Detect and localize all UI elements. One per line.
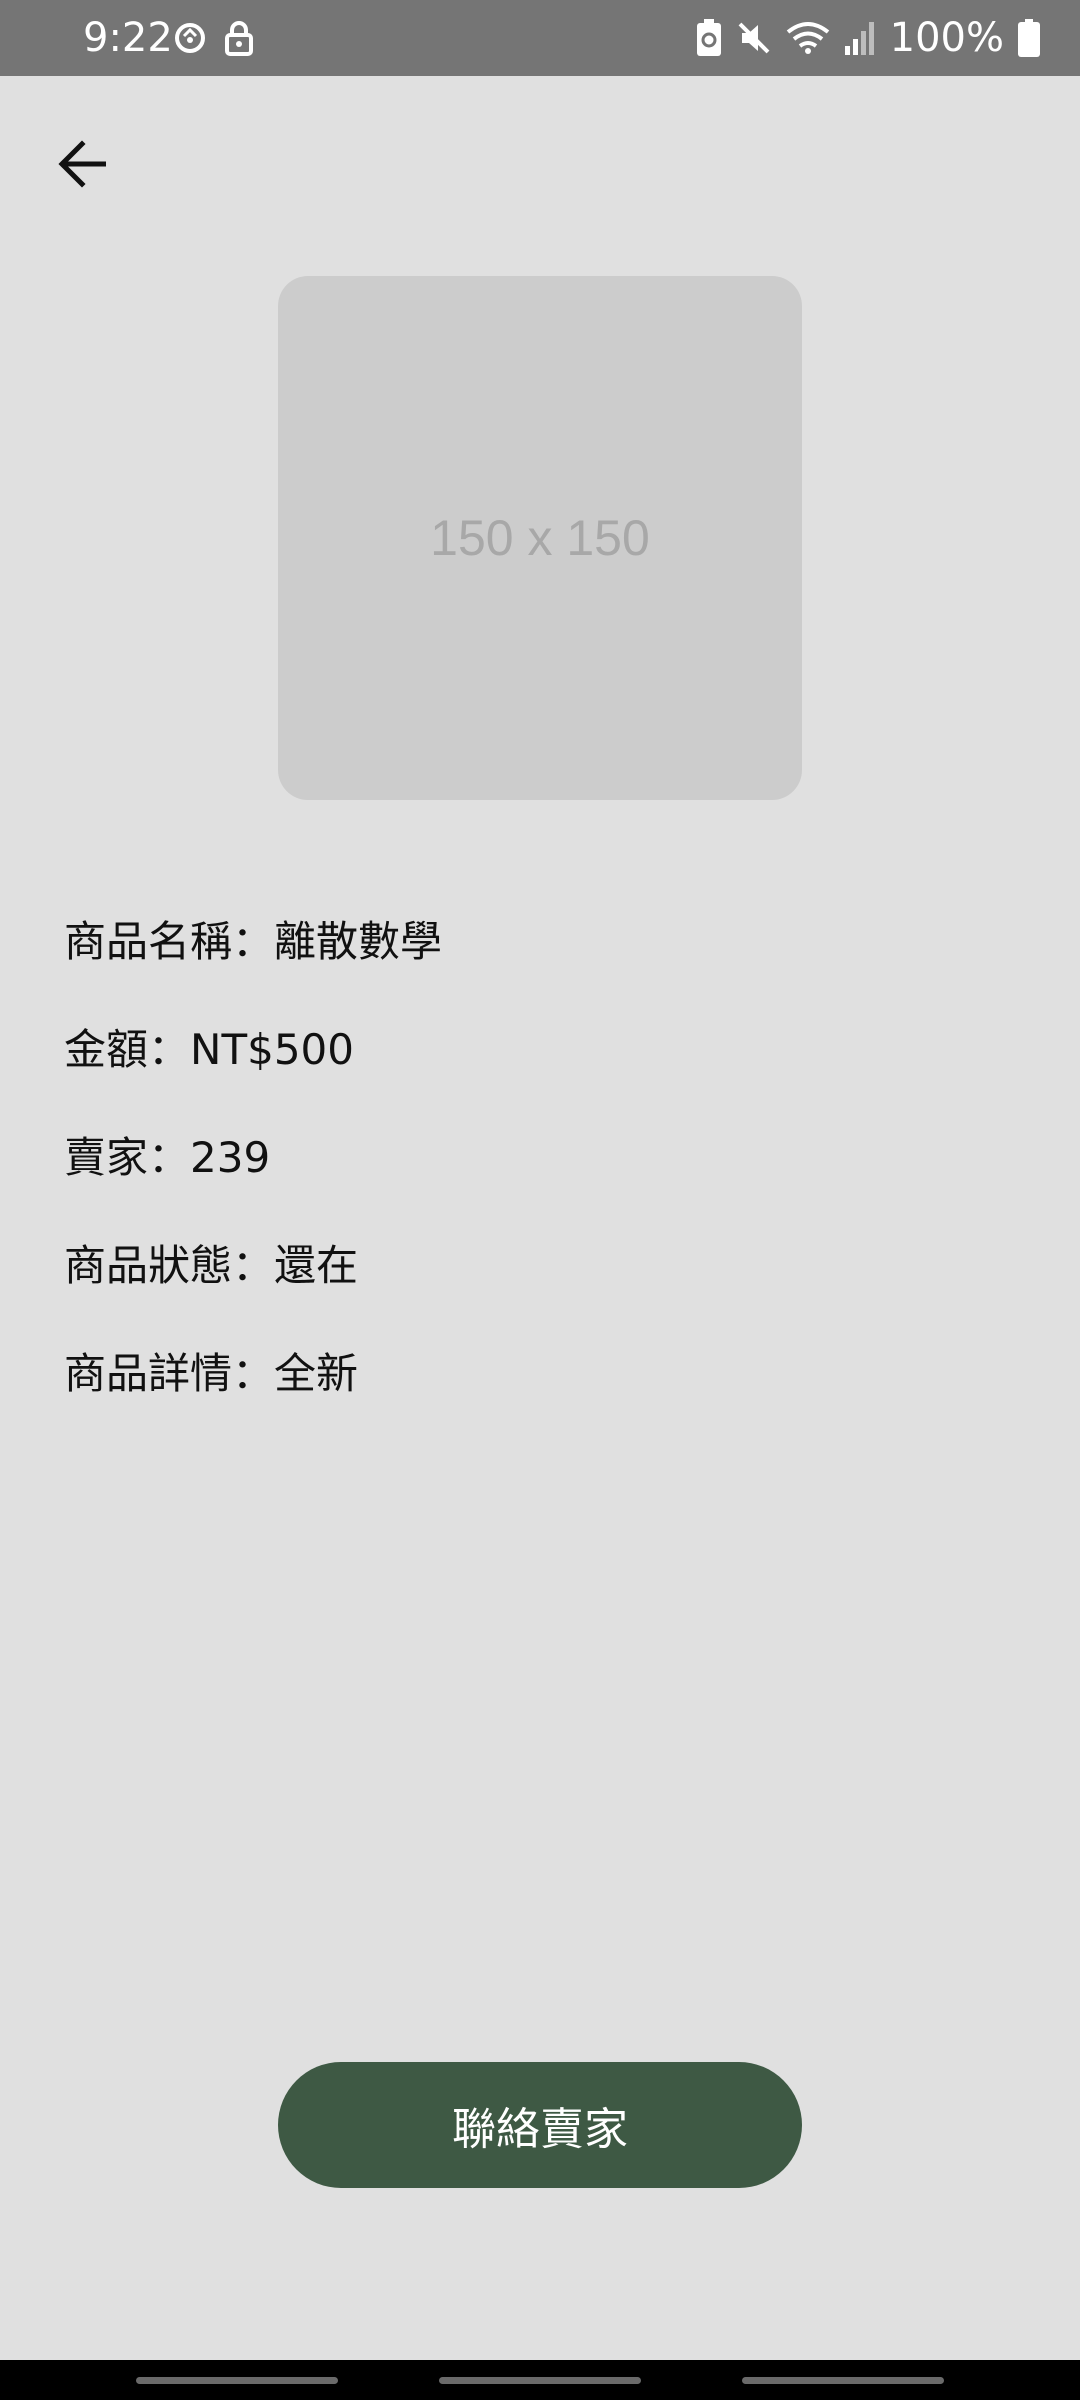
sync-icon bbox=[175, 23, 205, 53]
product-info-list: 商品名稱：離散數學 金額： NT$500 賣家： 239 商品狀態：還在 商品詳情：… bbox=[64, 906, 442, 1446]
separator: ： bbox=[232, 1241, 275, 1290]
battery-percentage: 100% bbox=[889, 15, 1004, 61]
status-left-icons bbox=[172, 18, 254, 58]
mute-icon bbox=[738, 22, 770, 54]
details-row: 商品詳情：全新 bbox=[64, 1338, 442, 1446]
seller-value: 239 bbox=[190, 1133, 271, 1182]
nav-gesture-left[interactable] bbox=[136, 2377, 338, 2384]
lock-icon bbox=[225, 21, 253, 56]
battery-saver-icon bbox=[696, 19, 721, 56]
image-placeholder-text: 150 x 150 bbox=[430, 510, 650, 566]
wifi-icon bbox=[786, 22, 829, 54]
product-name-value: 離散數學 bbox=[274, 917, 443, 966]
separator: ： bbox=[232, 917, 275, 966]
status-bar: 9:22 100% bbox=[0, 0, 1080, 76]
status-label: 商品狀態 bbox=[64, 1241, 233, 1290]
status-time: 9:22 bbox=[83, 15, 173, 61]
signal-icon bbox=[844, 22, 874, 55]
details-value: 全新 bbox=[274, 1349, 359, 1398]
details-label: 商品詳情 bbox=[64, 1349, 233, 1398]
price-label: 金額 bbox=[64, 1025, 149, 1074]
navigation-bar bbox=[0, 2360, 1080, 2400]
nav-gesture-home[interactable] bbox=[439, 2377, 641, 2384]
product-name-label: 商品名稱 bbox=[64, 917, 233, 966]
status-value: 還在 bbox=[274, 1241, 359, 1290]
product-detail-screen: 9:22 100% 150 x 150 商品名稱 ： 離散數學 金額 ： NT$… bbox=[0, 0, 1080, 2400]
price-value: NT$500 bbox=[190, 1025, 354, 1074]
status-right: 100% bbox=[696, 14, 1040, 62]
battery-icon bbox=[1018, 19, 1040, 57]
back-button[interactable] bbox=[40, 120, 128, 208]
arrow-left-icon bbox=[58, 140, 106, 188]
contact-seller-button[interactable]: 聯絡賣家 bbox=[278, 2062, 802, 2188]
separator: ： bbox=[148, 1025, 191, 1074]
separator: ： bbox=[232, 1349, 275, 1398]
product-image: 150 x 150 bbox=[278, 276, 802, 800]
nav-gesture-right[interactable] bbox=[742, 2377, 944, 2384]
status-row: 商品狀態：還在 bbox=[64, 1230, 442, 1338]
separator: ： bbox=[148, 1133, 191, 1182]
price-row: 金額： NT$500 bbox=[64, 1014, 442, 1122]
seller-row: 賣家： 239 bbox=[64, 1122, 442, 1230]
seller-label: 賣家 bbox=[64, 1133, 149, 1182]
product-name-row: 商品名稱：離散數學 bbox=[64, 906, 442, 1014]
